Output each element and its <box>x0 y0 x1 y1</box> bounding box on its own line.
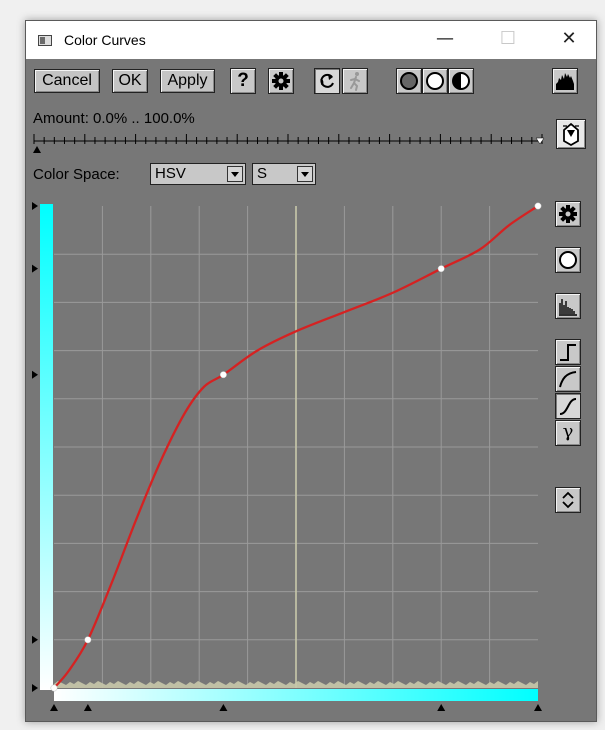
circle-icon <box>559 251 577 269</box>
color-curves-window: Color Curves — ☐ ✕ Cancel OK Apply ? Amo… <box>25 20 597 722</box>
histogram-icon <box>559 299 577 316</box>
control-point[interactable] <box>50 684 58 692</box>
curve-plot[interactable] <box>26 21 596 721</box>
log-curve-button[interactable] <box>555 366 581 392</box>
circle-button[interactable] <box>555 247 581 273</box>
x-marker[interactable] <box>437 704 446 711</box>
y-gradient-bar <box>40 204 53 690</box>
step-curve-button[interactable] <box>555 339 581 365</box>
gamma-button[interactable]: γ <box>555 420 581 446</box>
y-marker[interactable] <box>32 202 38 210</box>
x-gradient-bar <box>54 689 538 701</box>
y-marker[interactable] <box>32 370 38 379</box>
spinner-icon <box>562 491 574 509</box>
control-point[interactable] <box>437 265 445 273</box>
y-marker[interactable] <box>32 684 38 692</box>
x-marker[interactable] <box>219 704 228 711</box>
gamma-icon: γ <box>562 421 574 442</box>
spinner-button[interactable] <box>555 487 581 513</box>
step-curve-icon <box>560 344 576 361</box>
control-point[interactable] <box>534 202 542 210</box>
x-marker[interactable] <box>50 704 58 711</box>
y-marker[interactable] <box>32 635 38 644</box>
gear-icon <box>559 205 577 223</box>
control-point[interactable] <box>84 636 92 644</box>
log-curve-icon <box>559 371 577 388</box>
x-marker[interactable] <box>83 704 92 711</box>
curve-settings-button[interactable] <box>555 201 581 227</box>
histogram-button[interactable] <box>555 293 581 319</box>
control-point[interactable] <box>219 371 227 379</box>
y-marker[interactable] <box>32 264 38 273</box>
x-marker[interactable] <box>534 704 542 711</box>
s-curve-icon <box>559 398 577 415</box>
s-curve-button[interactable] <box>555 393 581 419</box>
